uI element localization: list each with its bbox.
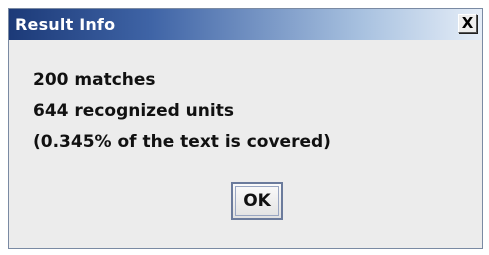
dialog-title: Result Info (15, 15, 116, 34)
title-bar[interactable]: Result Info X (9, 9, 482, 40)
recognized-units-text: 644 recognized units (33, 101, 234, 121)
ok-button[interactable]: OK (231, 182, 283, 220)
result-info-dialog: Result Info X 200 matches 644 recognized… (8, 8, 483, 249)
dialog-content: 200 matches 644 recognized units (0.345%… (9, 40, 482, 248)
matches-text: 200 matches (33, 70, 156, 90)
coverage-text: (0.345% of the text is covered) (33, 132, 331, 152)
ok-button-label: OK (235, 186, 279, 216)
close-icon: X (461, 14, 474, 32)
close-button[interactable]: X (458, 14, 477, 33)
